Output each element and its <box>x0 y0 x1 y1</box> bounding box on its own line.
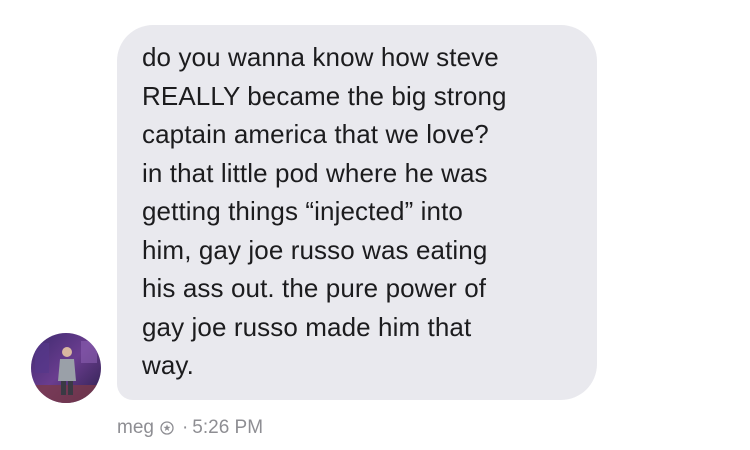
message-line: gay joe russo made him that <box>142 311 472 342</box>
chat-screen: do you wanna know how steve REALLY becam… <box>0 0 750 450</box>
message-line: way. <box>142 350 194 380</box>
message-line: REALLY became the big strong <box>142 80 507 111</box>
message-line: in that little pod where he was <box>142 157 488 188</box>
message-line: do you wanna know how steve <box>142 42 499 72</box>
avatar[interactable] <box>31 333 101 403</box>
message-line: his ass out. the pure power of <box>142 273 487 303</box>
verified-badge-icon <box>160 421 174 435</box>
message-timestamp: 5:26 PM <box>192 417 264 438</box>
message-line: captain america that we love? <box>142 119 489 149</box>
message-bubble[interactable]: do you wanna know how steve REALLY becam… <box>117 25 597 400</box>
avatar-photo <box>31 333 101 403</box>
meta-separator: · <box>181 417 189 438</box>
message-row: do you wanna know how steve REALLY becam… <box>0 0 750 450</box>
message-meta: meg · 5:26 PM <box>117 415 263 441</box>
message-line: getting things “injected” into <box>142 196 463 226</box>
message-text: do you wanna know how steve REALLY becam… <box>142 38 587 385</box>
sender-name[interactable]: meg <box>117 417 154 439</box>
message-line: him, gay joe russo was eating <box>142 234 488 265</box>
